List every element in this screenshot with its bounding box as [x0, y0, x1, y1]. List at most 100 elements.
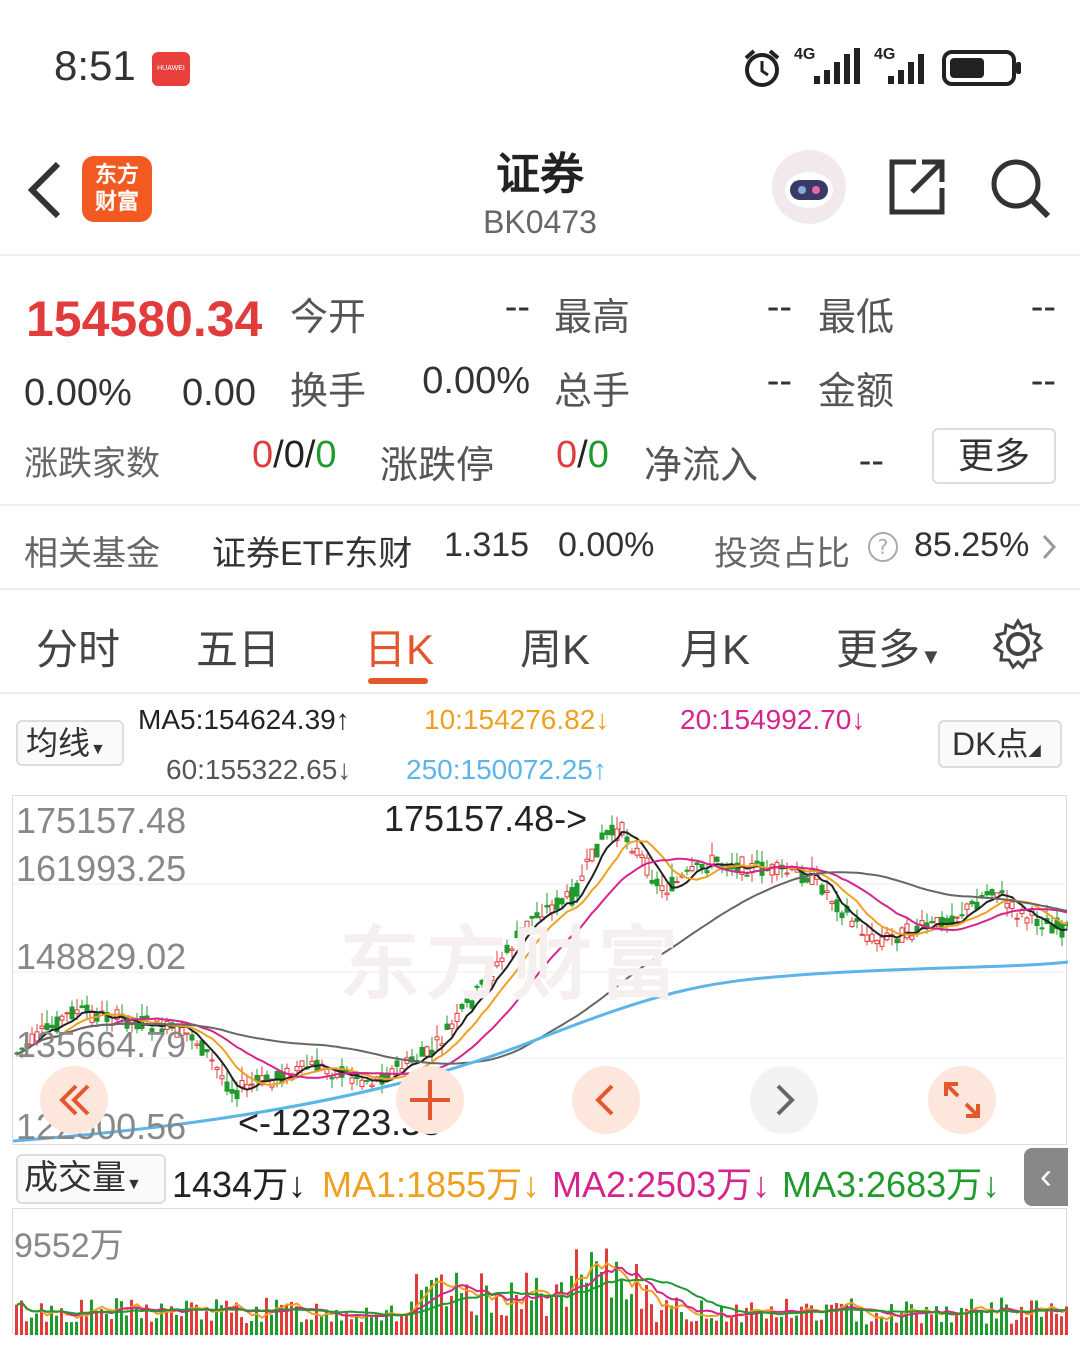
volume-bar [765, 1318, 768, 1335]
candle-body [714, 856, 720, 862]
change-value: 0.00 [182, 372, 256, 414]
volume-bar [920, 1323, 923, 1335]
fund-name[interactable]: 证券ETF东财 [212, 526, 412, 575]
volume-bar [705, 1318, 708, 1335]
tab-weekly-k[interactable]: 周K [520, 616, 590, 677]
volume-chart[interactable] [12, 1208, 1068, 1335]
search-icon[interactable] [988, 156, 1054, 222]
candle-body [639, 854, 645, 858]
volume-bar [560, 1282, 563, 1335]
volume-bar [140, 1318, 143, 1335]
help-icon[interactable]: ? [866, 530, 900, 564]
volume-bar [530, 1300, 533, 1335]
volume-bar [1060, 1316, 1063, 1335]
volume-bar [1010, 1323, 1013, 1335]
volume-bar [120, 1301, 123, 1335]
volume-bar [1045, 1311, 1048, 1335]
tab-five-day[interactable]: 五日 [196, 616, 280, 677]
active-tab-indicator [368, 678, 428, 684]
dk-point-button[interactable]: DK点◢ [938, 720, 1062, 768]
candle-body [419, 1047, 425, 1057]
more-button[interactable]: 更多 [932, 428, 1056, 484]
updown-down: 0 [315, 434, 337, 476]
volume-bar [1000, 1297, 1003, 1335]
tab-intraday[interactable]: 分时 [36, 616, 120, 677]
tab-more[interactable]: 更多▼ [836, 616, 942, 677]
volume-bar [595, 1261, 598, 1335]
watermark: 东方财富 [340, 920, 684, 1009]
volume-bar [50, 1305, 53, 1335]
volume-bar [890, 1304, 893, 1335]
candle-body [589, 848, 595, 862]
volume-bar [655, 1322, 658, 1335]
volume-bar [25, 1321, 28, 1335]
limit-sep: / [577, 434, 588, 476]
fund-divider [0, 588, 1080, 590]
volume-bar [85, 1313, 88, 1335]
candle-body [879, 936, 885, 947]
low-value: -- [1030, 286, 1056, 328]
scroll-right-button[interactable] [750, 1066, 818, 1134]
candle-body [834, 899, 840, 913]
volume-selector-label: 成交量 [24, 1159, 126, 1197]
tab-monthly-k[interactable]: 月K [680, 616, 750, 677]
settings-gear-icon[interactable] [992, 618, 1044, 670]
candle-body [824, 890, 830, 894]
volume-bar [540, 1293, 543, 1335]
volume-bar [20, 1300, 23, 1335]
candle-body [204, 1049, 210, 1053]
volume-bar [200, 1319, 203, 1335]
candle-body [424, 1046, 430, 1057]
volume-bar [405, 1315, 408, 1335]
candle-body [294, 1066, 300, 1072]
candle-body [654, 878, 660, 887]
volume-selector[interactable]: 成交量▼ [16, 1154, 166, 1204]
scroll-left-fast-button[interactable] [40, 1066, 108, 1134]
volume-bar [715, 1320, 718, 1335]
volume-bar [490, 1312, 493, 1335]
crosshair-button[interactable] [396, 1066, 464, 1134]
volume-bar [270, 1314, 273, 1335]
candle-body [1039, 927, 1045, 930]
updown-sep-1: / [273, 434, 284, 476]
candle-body [599, 832, 605, 840]
ma5-value: MA5:154624.39↑ [138, 704, 350, 735]
volume-bar [500, 1315, 503, 1335]
candle-body [84, 1004, 90, 1013]
volume-bar [310, 1319, 313, 1335]
candle-body [214, 1067, 220, 1071]
chevron-right-icon[interactable] [1040, 530, 1060, 564]
tab-daily-k[interactable]: 日K [364, 616, 434, 677]
volume-bar [465, 1284, 468, 1335]
share-icon[interactable] [886, 156, 948, 218]
dropdown-triangle-icon: ▼ [90, 741, 106, 758]
high-value: -- [766, 286, 792, 328]
candle-body [944, 918, 950, 924]
volume-bar [600, 1271, 603, 1335]
scroll-left-button[interactable] [572, 1066, 640, 1134]
candle-body [369, 1084, 375, 1088]
ma-selector[interactable]: 均线▼ [16, 720, 124, 766]
volume-bar [390, 1305, 393, 1335]
candle-body [299, 1060, 305, 1067]
candle-body [864, 934, 870, 942]
candle-body [309, 1060, 315, 1066]
volume-bar [90, 1299, 93, 1335]
ma60-value: 60:155322.65↓ [166, 754, 352, 785]
volume-bar [105, 1313, 108, 1335]
open-value: -- [504, 286, 530, 328]
volume-bar [1055, 1313, 1058, 1335]
limit-down: 0 [587, 434, 609, 476]
volume-bar [165, 1309, 168, 1335]
candle-body [874, 940, 880, 945]
candle-body [904, 923, 910, 939]
limit-label: 涨跌停 [380, 445, 495, 487]
volume-bar [730, 1317, 733, 1335]
candle-body [634, 847, 640, 856]
collapse-panel-button[interactable]: ‹ [1024, 1148, 1068, 1206]
volume-bar [35, 1313, 38, 1335]
volume-bar [1030, 1300, 1033, 1335]
fullscreen-button[interactable] [928, 1066, 996, 1134]
current-price: 154580.34 [26, 291, 263, 347]
assistant-robot-icon[interactable] [772, 150, 846, 224]
